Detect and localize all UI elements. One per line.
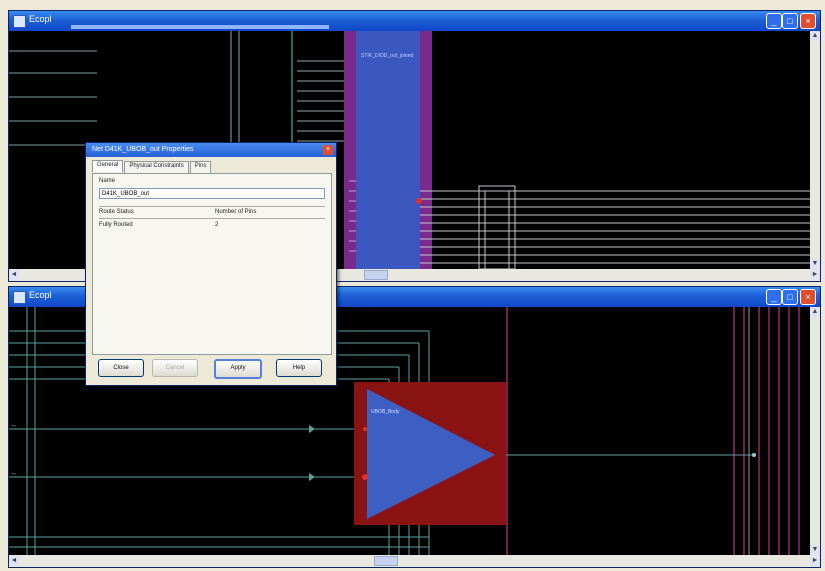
- name-field[interactable]: D41K_UBOB_out: [99, 188, 325, 199]
- logic-block-label: STIK_DIOD_out_joined: [361, 53, 414, 59]
- bottom-window-title: Ecopl: [29, 290, 52, 300]
- bottom-window-minimize-button[interactable]: _: [766, 289, 782, 305]
- top-vertical-scrollbar[interactable]: ▲ ▼: [810, 31, 820, 269]
- output-pin-marker: [752, 453, 756, 457]
- scroll-right-button[interactable]: ►: [810, 556, 820, 566]
- name-label: Name: [99, 178, 116, 184]
- scroll-down-button[interactable]: ▼: [810, 545, 820, 555]
- amplifier-label: UBOB_Body: [371, 409, 400, 415]
- left-net-label-1: —: [11, 423, 16, 429]
- scroll-thumb[interactable]: [364, 270, 388, 280]
- scroll-right-button[interactable]: ►: [810, 270, 820, 280]
- tab-general[interactable]: General: [92, 160, 124, 172]
- scroll-up-button[interactable]: ▲: [810, 307, 820, 317]
- scroll-up-button[interactable]: ▲: [810, 31, 820, 41]
- bus-lines-left: [297, 60, 349, 142]
- help-button[interactable]: Help: [276, 359, 322, 377]
- scroll-down-button[interactable]: ▼: [810, 259, 820, 269]
- input-pin-marker-2: [362, 474, 368, 480]
- divider: [99, 218, 325, 219]
- dialog-tabs: General Physical Constraints Pins: [92, 160, 212, 173]
- net-properties-dialog: Net D41K_UBOB_out Properties × General P…: [85, 142, 337, 386]
- route-status-label: Route Status: [99, 209, 134, 215]
- top-window-close-button[interactable]: ×: [800, 13, 816, 29]
- route-status-value: Fully Routed: [99, 222, 133, 228]
- scroll-left-button[interactable]: ◄: [9, 556, 19, 566]
- apply-button[interactable]: Apply: [214, 359, 262, 379]
- scroll-left-button[interactable]: ◄: [9, 270, 19, 280]
- top-window-titlebar[interactable]: Ecopl _ □ ×: [9, 11, 820, 31]
- number-of-pins-value: 2: [215, 222, 219, 228]
- dialog-titlebar[interactable]: Net D41K_UBOB_out Properties ×: [86, 143, 336, 157]
- left-net-label-2: —: [11, 471, 16, 477]
- dialog-title: Net D41K_UBOB_out Properties: [92, 146, 194, 153]
- input-pin-marker-1: [363, 427, 367, 431]
- tab-physical-constraints[interactable]: Physical Constraints: [124, 161, 189, 173]
- number-of-pins-label: Number of Pins: [215, 209, 257, 215]
- top-window-minimize-button[interactable]: _: [766, 13, 782, 29]
- top-window-maximize-button[interactable]: □: [782, 13, 798, 29]
- bottom-horizontal-scrollbar[interactable]: ◄ ►: [9, 555, 820, 567]
- divider: [99, 206, 325, 207]
- app-icon: [13, 15, 26, 28]
- bottom-window-close-button[interactable]: ×: [800, 289, 816, 305]
- top-window-title: Ecopl: [29, 14, 52, 24]
- title-progress-bar: [71, 25, 329, 29]
- bottom-vertical-scrollbar[interactable]: ▲ ▼: [810, 307, 820, 555]
- scroll-thumb[interactable]: [374, 556, 398, 566]
- dialog-close-icon[interactable]: ×: [323, 145, 333, 155]
- close-button[interactable]: Close: [98, 359, 144, 377]
- logic-block: [356, 31, 420, 269]
- app-icon: [13, 291, 26, 304]
- left-net-stubs: [9, 50, 97, 146]
- bottom-window-maximize-button[interactable]: □: [782, 289, 798, 305]
- pink-wires: [506, 307, 800, 555]
- cancel-button[interactable]: Cancel: [152, 359, 198, 377]
- tab-pins[interactable]: Pins: [189, 161, 212, 173]
- general-tab-panel: Name D41K_UBOB_out Route Status Number o…: [92, 173, 332, 355]
- selected-pin-marker: [416, 198, 422, 204]
